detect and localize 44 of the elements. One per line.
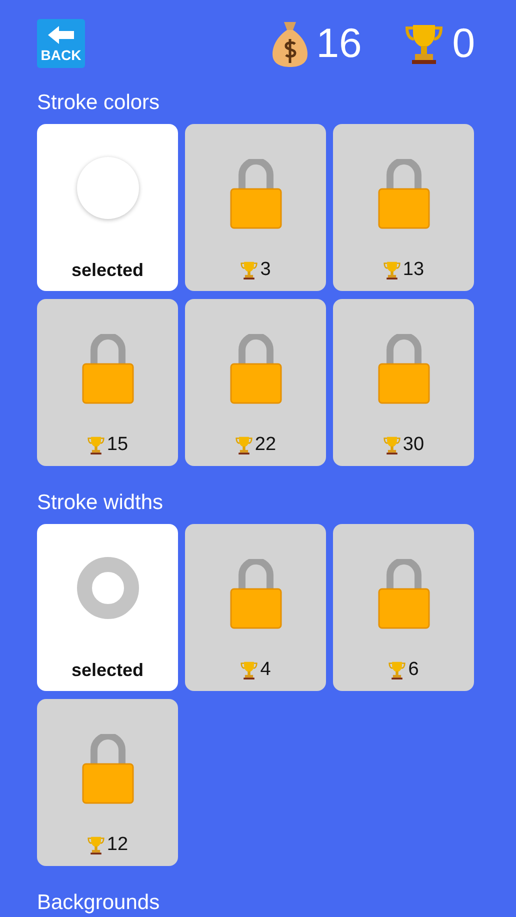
trophy-cost: 15 bbox=[106, 433, 128, 457]
trophy-icon bbox=[240, 260, 258, 280]
locked-item-card[interactable]: 4 bbox=[185, 524, 326, 691]
stroke-width-swatch bbox=[76, 557, 138, 619]
locked-item-card[interactable]: 3 bbox=[185, 124, 326, 291]
locked-item-card[interactable]: 30 bbox=[333, 299, 474, 466]
locked-item-card[interactable]: 15 bbox=[37, 299, 178, 466]
locked-item-card[interactable]: 13 bbox=[333, 124, 474, 291]
locked-item-card[interactable]: 22 bbox=[185, 299, 326, 466]
lock-icon bbox=[230, 334, 282, 404]
trophy-cost: 6 bbox=[408, 658, 419, 682]
lock-icon bbox=[378, 159, 430, 229]
arrow-left-icon bbox=[46, 24, 76, 46]
lock-icon bbox=[230, 159, 282, 229]
lock-icon bbox=[378, 334, 430, 404]
lock-icon bbox=[82, 734, 134, 804]
trophy-icon bbox=[382, 260, 401, 280]
locked-item-card[interactable]: 12 bbox=[37, 699, 178, 866]
item-card[interactable]: selected bbox=[37, 124, 178, 291]
section-title: Stroke colors bbox=[37, 90, 161, 115]
trophy-icon bbox=[86, 435, 105, 456]
trophy-icon bbox=[234, 435, 253, 456]
locked-item-card[interactable]: 6 bbox=[333, 524, 474, 691]
lock-icon bbox=[230, 559, 282, 629]
selected-label: selected bbox=[71, 659, 144, 682]
trophy-cost: 30 bbox=[402, 433, 424, 457]
trophy-icon bbox=[240, 660, 258, 680]
trophy-icon bbox=[382, 435, 401, 456]
lock-icon bbox=[378, 559, 430, 629]
coin-count: 16 bbox=[316, 22, 363, 64]
trophy-count: 0 bbox=[452, 22, 475, 64]
lock-icon bbox=[82, 334, 134, 404]
section-title: Backgrounds bbox=[37, 890, 161, 915]
trophy-icon bbox=[86, 835, 105, 856]
section-title: Stroke widths bbox=[37, 490, 164, 515]
trophy-cost: 4 bbox=[260, 658, 271, 682]
trophy-icon bbox=[388, 660, 406, 680]
item-card[interactable]: selected bbox=[37, 524, 178, 691]
selected-label: selected bbox=[71, 259, 144, 282]
trophy-cost: 13 bbox=[402, 258, 424, 282]
stroke-color-swatch bbox=[76, 157, 138, 219]
trophy-cost: 3 bbox=[260, 258, 271, 282]
trophy-cost: 22 bbox=[254, 433, 276, 457]
trophy-cost: 12 bbox=[106, 833, 128, 857]
